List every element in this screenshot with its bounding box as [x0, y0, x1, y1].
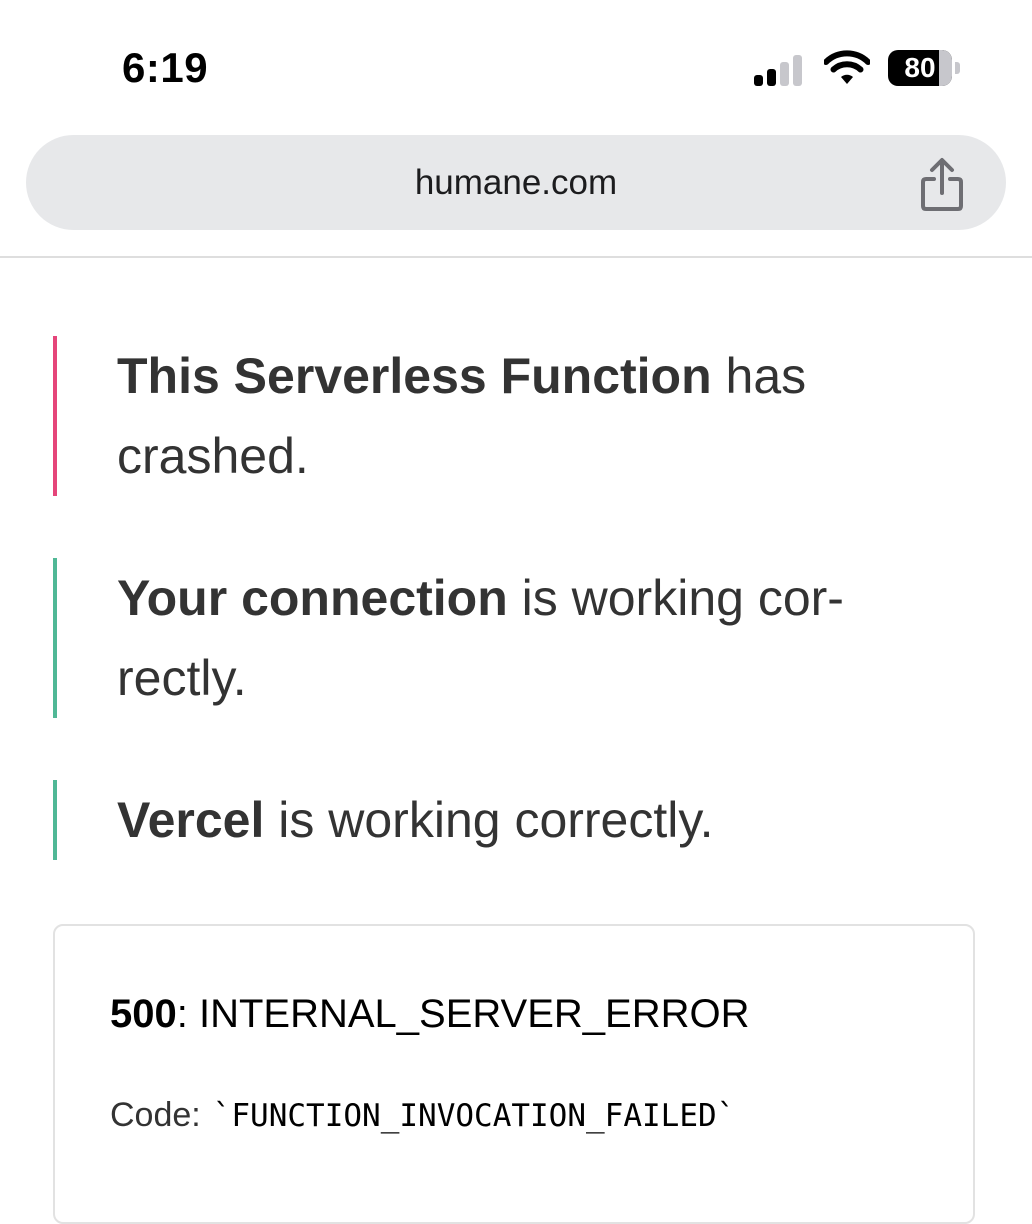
url-text[interactable]: humane.com: [26, 135, 1006, 230]
error-status: 500: INTERNAL_SERVER_ERROR: [110, 992, 750, 1037]
wifi-icon: [823, 50, 871, 86]
notice-accent-bar: [53, 336, 57, 496]
clock: 6:19: [122, 44, 209, 91]
cellular-signal-icon: [754, 54, 810, 86]
error-code-value: `FUNCTION_INVOCATION_FAILED`: [212, 1098, 736, 1134]
error-status-code: 500: [110, 992, 177, 1036]
error-details-box: 500: INTERNAL_SERVER_ERROR Code: `FUNCTIO…: [53, 924, 975, 1224]
error-code-label: Code:: [110, 1096, 201, 1134]
share-icon[interactable]: [916, 157, 968, 213]
notice-function-crashed: This Serverless Function has crashed.: [53, 336, 953, 496]
status-bar: 6:19 80: [0, 0, 1032, 130]
battery-icon: 80: [888, 50, 962, 86]
divider: [0, 256, 1032, 258]
error-code: Code: `FUNCTION_INVOCATION_FAILED`: [110, 1096, 735, 1135]
notice-bold: Vercel: [117, 792, 265, 848]
notice-text: is working correctly.: [264, 792, 714, 848]
notice-bold: This Serverless Function: [117, 348, 712, 404]
battery-percent: 80: [904, 52, 936, 83]
notice-bold: Your connection: [117, 570, 508, 626]
notice-connection: Your connection is working cor-rectly.: [53, 558, 953, 718]
address-bar[interactable]: humane.com: [26, 135, 1006, 230]
error-status-text: : INTERNAL_SERVER_ERROR: [176, 992, 750, 1036]
notice-vercel: Vercel is working correctly.: [53, 780, 953, 860]
notice-accent-bar: [53, 780, 57, 860]
notice-accent-bar: [53, 558, 57, 718]
